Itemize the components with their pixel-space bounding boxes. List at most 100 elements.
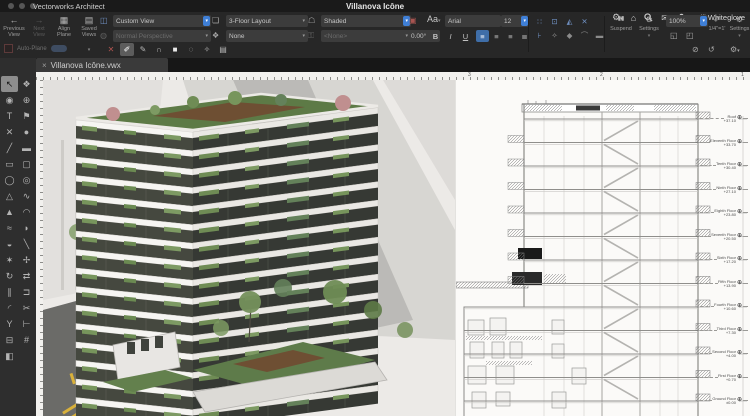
class-structure-icon[interactable]: ❖ xyxy=(212,31,219,40)
offset-tool[interactable]: ∥ xyxy=(1,284,18,300)
projection-dropdown[interactable]: Normal Perspective▾ xyxy=(113,30,211,42)
modify-tool[interactable]: ✎ xyxy=(136,43,150,56)
visibility-tool[interactable]: ◉ xyxy=(1,92,18,108)
polygon-select-tool[interactable]: ✧ xyxy=(200,43,214,56)
tab-close-icon[interactable]: × xyxy=(42,61,47,70)
level-marker-row: Third Floor+7.30⊕ xyxy=(700,327,748,336)
titlebar: Vectorworks Architect Villanova Icône xyxy=(0,0,750,12)
text-style-icon[interactable]: Aa▾ xyxy=(427,15,441,26)
attribute-settings-button[interactable]: ⚙Settings▾ xyxy=(729,15,750,39)
zoom-tool[interactable]: ⊕ xyxy=(18,92,35,108)
line-tool[interactable]: ╱ xyxy=(1,140,18,156)
lasso-select-tool[interactable]: ◌ xyxy=(184,43,198,56)
mirror-tool[interactable]: ⇄ xyxy=(18,268,35,284)
constrain-off-tool[interactable]: ✕ xyxy=(104,43,118,56)
align-center-button[interactable]: ≡ xyxy=(490,30,503,42)
font-family-dropdown[interactable]: Arial xyxy=(445,15,501,27)
text-tool[interactable]: T xyxy=(1,108,18,124)
previous-view-button[interactable]: ←Previous View xyxy=(2,15,26,38)
solid-circle-tool[interactable]: ◒ xyxy=(1,236,18,252)
tool-grid: ↖❖◉⊕T⚑✕●╱▬▭▢◯◎△∿▲◠≈◗◒╲✶✢↻⇄∥⊐◜✂Y⊢⊟#◧ xyxy=(1,76,35,364)
render-style-dropdown[interactable]: <None>▾ xyxy=(321,30,411,42)
suspend-button[interactable]: ▮▮Suspend xyxy=(608,15,634,32)
level-marker-row: Eighth Floor+23.80⊕ xyxy=(700,209,748,218)
rounded-rectangle-tool[interactable]: ▢ xyxy=(18,156,35,172)
section-viewport[interactable]: Roof+37.10⊕Eleventh Floor+33.70⊕Tenth Fl… xyxy=(455,80,750,416)
no-fill-icon[interactable]: ⊘ xyxy=(692,45,699,54)
attributes-gear-icon[interactable]: ⚙▾ xyxy=(730,45,740,56)
diagonal-line-tool[interactable]: ╲ xyxy=(18,236,35,252)
selection-tool[interactable]: ↖ xyxy=(1,76,18,92)
grid-line-label: 3 xyxy=(468,72,471,78)
align-justify-button[interactable]: ≣ xyxy=(518,30,531,42)
trim-tool[interactable]: ✂ xyxy=(18,300,35,316)
auto-plane-toggle[interactable] xyxy=(51,45,67,52)
star-tool[interactable]: ✶ xyxy=(1,252,18,268)
zoom-in-marquee-icon[interactable]: ◱ xyxy=(670,31,678,40)
polygon-tool[interactable]: △ xyxy=(1,188,18,204)
blob-tool[interactable]: ◗ xyxy=(18,220,35,236)
class-dropdown[interactable]: None▾ xyxy=(226,30,308,42)
view-dropdown[interactable]: Custom View▾ xyxy=(113,15,211,27)
revert-attributes-icon[interactable]: ↺ xyxy=(708,45,715,54)
italic-button[interactable]: I xyxy=(444,30,457,42)
polyline-tool[interactable]: ≈ xyxy=(1,220,18,236)
datum-marker-icon: ⊕ xyxy=(737,327,742,334)
snap-smart-point[interactable]: ✧ xyxy=(548,29,561,41)
callout-tool[interactable]: ⚑ xyxy=(18,108,35,124)
flyover-tool[interactable]: ∩ xyxy=(152,43,166,56)
dimension-tool[interactable]: ✕ xyxy=(1,124,18,140)
view-cube-icon[interactable]: ◫ xyxy=(100,16,108,25)
circle-tool[interactable]: ◯ xyxy=(1,172,18,188)
snap-tangent[interactable]: ⌒ xyxy=(578,29,591,41)
snap-object[interactable]: ⊡ xyxy=(548,15,561,27)
zoom-out-marquee-icon[interactable]: ◰ xyxy=(686,31,694,40)
zoom-level-dropdown[interactable]: 100%▾ xyxy=(666,15,708,27)
underline-button[interactable]: U xyxy=(459,30,472,42)
snap-grid[interactable]: ∷ xyxy=(533,15,546,27)
snap-angle[interactable]: ◭ xyxy=(563,15,576,27)
align-right-button[interactable]: ≡ xyxy=(504,30,517,42)
font-size-dropdown[interactable]: 12▾ xyxy=(501,15,529,27)
level-marker-row: Ground Floor±0.00⊕ xyxy=(700,397,748,406)
paint-tool[interactable]: ◧ xyxy=(1,348,18,364)
layout-layers-icon[interactable]: ❏ xyxy=(212,16,219,25)
join-tool[interactable]: ⊐ xyxy=(18,284,35,300)
push-pull-tool[interactable]: ✐ xyxy=(120,43,134,56)
rectangle-tool[interactable]: ▭ xyxy=(1,156,18,172)
document-tab[interactable]: × Villanova Icône.vwx xyxy=(36,58,168,72)
snap-intersection[interactable]: ✕ xyxy=(578,15,591,27)
scale-button[interactable]: ✐1/4"=1' xyxy=(705,15,729,32)
snap-smart-edge[interactable]: ◆ xyxy=(563,29,576,41)
render-teapot-icon[interactable]: ☖ xyxy=(308,16,315,25)
save-view-tool[interactable]: ▤ xyxy=(216,43,230,56)
fillet-tool[interactable]: ◜ xyxy=(1,300,18,316)
layout-dropdown[interactable]: 3-Floor Layout▾ xyxy=(226,15,308,27)
reshape-tool[interactable]: # xyxy=(18,332,35,348)
extend-tool[interactable]: ⊢ xyxy=(18,316,35,332)
move-by-points-tool[interactable]: ✢ xyxy=(18,252,35,268)
split-tool[interactable]: Y xyxy=(1,316,18,332)
render-mode-dropdown[interactable]: Shaded▾ xyxy=(321,15,411,27)
wall-tool[interactable]: ▬ xyxy=(18,140,35,156)
sphere-tool[interactable]: ● xyxy=(18,124,35,140)
settings-button[interactable]: ⚙Settings▾ xyxy=(637,15,661,39)
rotate-tool[interactable]: ↻ xyxy=(1,268,18,284)
bold-button[interactable]: B xyxy=(429,30,442,42)
arc-tool[interactable]: ◠ xyxy=(18,204,35,220)
saved-views-button[interactable]: ▤Saved Views▾ xyxy=(77,15,101,56)
auto-plane-checkbox[interactable] xyxy=(4,44,13,53)
freehand-tool[interactable]: ∿ xyxy=(18,188,35,204)
marquee-select-tool[interactable]: ■ xyxy=(168,43,182,56)
shapes-tool[interactable]: ▲ xyxy=(1,204,18,220)
projection-icon[interactable]: ◍ xyxy=(100,31,107,40)
oval-tool[interactable]: ◎ xyxy=(18,172,35,188)
next-view-button[interactable]: →Next View xyxy=(27,15,51,38)
align-plane-button[interactable]: ▦Align Plane xyxy=(52,15,76,38)
pan-tool[interactable]: ❖ xyxy=(18,76,35,92)
clip-tool[interactable]: ⊟ xyxy=(1,332,18,348)
render-update-icon[interactable]: ▣ xyxy=(409,16,417,25)
align-left-button[interactable]: ≡ xyxy=(476,30,489,42)
render-viewport[interactable] xyxy=(43,80,455,416)
snap-distance[interactable]: ⊦ xyxy=(533,29,546,41)
